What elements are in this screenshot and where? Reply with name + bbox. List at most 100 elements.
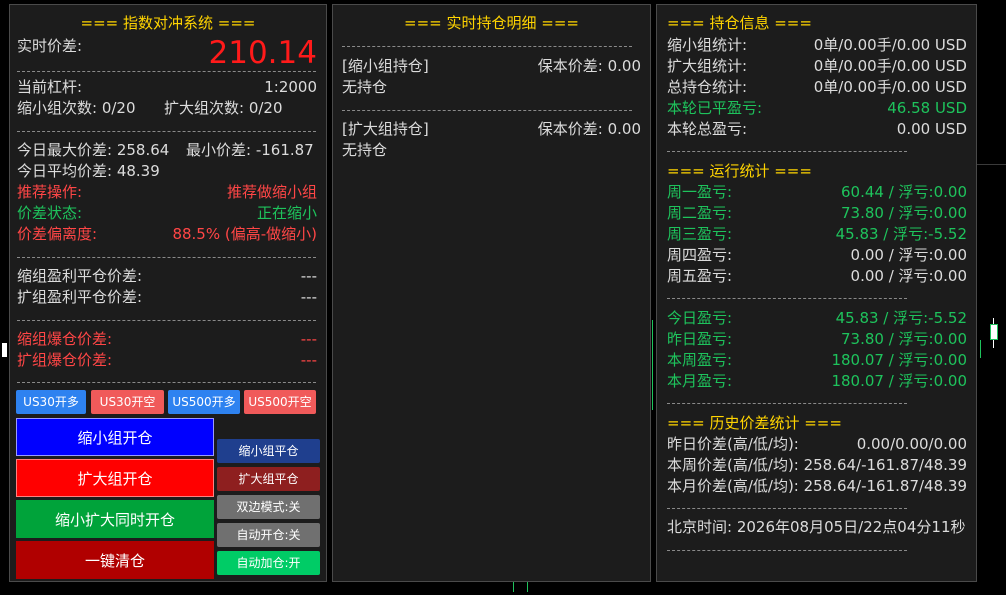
auto-open-toggle[interactable]: 自动开仓:关 bbox=[217, 523, 320, 547]
history-label: 昨日价差(高/低/均): bbox=[667, 435, 799, 453]
shrink-tp-label: 缩组盈利平仓价差: bbox=[17, 267, 143, 285]
panel-title: === 实时持仓明细 === bbox=[404, 14, 579, 32]
spread-state-value: 正在缩小 bbox=[256, 204, 317, 222]
today-avg-spread: 今日平均价差: 48.39 bbox=[17, 162, 160, 180]
panel-title: === 指数对冲系统 === bbox=[80, 14, 256, 32]
position-detail-panel: === 实时持仓明细 === [缩小组持仓] 保本价差: 0.00 无持仓 [扩… bbox=[332, 4, 651, 582]
position-info-title: === 持仓信息 === bbox=[667, 14, 812, 32]
shrink-group-label: [缩小组持仓] bbox=[342, 57, 429, 75]
us30-open-short-button[interactable]: US30开空 bbox=[91, 390, 164, 414]
expand-group-label: [扩大组持仓] bbox=[342, 120, 429, 138]
shrink-stats-value: 0单/0.00手/0.00 USD bbox=[813, 36, 967, 54]
total-stats-label: 总持仓统计: bbox=[667, 78, 748, 96]
weekday-pnl-label: 周四盈亏: bbox=[667, 246, 733, 264]
expand-liq-label: 扩组爆仓价差: bbox=[17, 351, 113, 369]
divider bbox=[342, 110, 632, 111]
weekday-pnl-value: 0.00 / 浮亏:0.00 bbox=[850, 267, 967, 285]
price-label: 实时价差: bbox=[17, 37, 83, 55]
period-pnl-value: 180.07 / 浮亏:0.00 bbox=[831, 351, 967, 369]
round-total-pnl-value: 0.00 USD bbox=[896, 120, 967, 138]
shrink-tp-value: --- bbox=[300, 267, 317, 285]
period-pnl-label: 本月盈亏: bbox=[667, 372, 733, 390]
expand-group-open-button[interactable]: 扩大组开仓 bbox=[16, 459, 214, 497]
expand-liq-value: --- bbox=[300, 351, 317, 369]
shrink-group-count: 缩小组次数: 0/20 bbox=[17, 99, 136, 117]
expand-stats-label: 扩大组统计: bbox=[667, 57, 748, 75]
today-max-spread: 今日最大价差: 258.64 bbox=[17, 141, 170, 159]
shrink-group-open-button[interactable]: 缩小组开仓 bbox=[16, 418, 214, 456]
candle-wick bbox=[2, 343, 7, 357]
period-pnl-label: 本周盈亏: bbox=[667, 351, 733, 369]
candle-wick bbox=[527, 582, 528, 592]
divider bbox=[17, 71, 316, 72]
total-stats-value: 0单/0.00手/0.00 USD bbox=[813, 78, 967, 96]
deviation-value: 88.5% (偏高-做缩小) bbox=[172, 225, 317, 243]
history-label: 本周价差(高/低/均): bbox=[667, 456, 799, 474]
recommend-value: 推荐做缩小组 bbox=[226, 183, 317, 201]
round-closed-pnl-label: 本轮已平盈亏: bbox=[667, 99, 763, 117]
history-value: 258.64/-161.87/48.39 bbox=[803, 456, 967, 474]
candle-body bbox=[990, 324, 998, 340]
period-pnl-label: 今日盈亏: bbox=[667, 309, 733, 327]
period-pnl-value: 45.83 / 浮亏:-5.52 bbox=[835, 309, 967, 327]
history-label: 本月价差(高/低/均): bbox=[667, 477, 799, 495]
close-all-button[interactable]: 一键清仓 bbox=[16, 541, 214, 579]
today-min-spread: 最小价差: -161.87 bbox=[186, 141, 314, 159]
hedge-system-panel: === 指数对冲系统 === 实时价差: 210.14 当前杠杆: 1:2000… bbox=[9, 4, 327, 582]
weekday-pnl-label: 周五盈亏: bbox=[667, 267, 733, 285]
divider bbox=[667, 298, 907, 299]
weekday-pnl-label: 周二盈亏: bbox=[667, 204, 733, 222]
expand-group-close-button[interactable]: 扩大组平仓 bbox=[217, 467, 320, 491]
recommend-label: 推荐操作: bbox=[17, 183, 83, 201]
shrink-group-close-button[interactable]: 缩小组平仓 bbox=[217, 439, 320, 463]
weekday-pnl-value: 73.80 / 浮亏:0.00 bbox=[841, 204, 967, 222]
deviation-label: 价差偏离度: bbox=[17, 225, 98, 243]
period-pnl-value: 180.07 / 浮亏:0.00 bbox=[831, 372, 967, 390]
divider bbox=[667, 508, 907, 509]
dual-mode-toggle[interactable]: 双边模式:关 bbox=[217, 495, 320, 519]
weekday-pnl-value: 45.83 / 浮亏:-5.52 bbox=[835, 225, 967, 243]
both-groups-open-button[interactable]: 缩小扩大同时开仓 bbox=[16, 500, 214, 538]
divider bbox=[667, 403, 907, 404]
account-info-panel: === 持仓信息 === 缩小组统计: 0单/0.00手/0.00 USD 扩大… bbox=[656, 4, 977, 582]
divider bbox=[342, 46, 632, 47]
weekday-pnl-value: 0.00 / 浮亏:0.00 bbox=[850, 246, 967, 264]
divider bbox=[17, 382, 316, 383]
period-pnl-label: 昨日盈亏: bbox=[667, 330, 733, 348]
expand-group-count: 扩大组次数: 0/20 bbox=[164, 99, 283, 117]
divider bbox=[667, 151, 907, 152]
leverage-label: 当前杠杆: bbox=[17, 78, 83, 96]
auto-add-toggle[interactable]: 自动加仓:开 bbox=[217, 551, 320, 575]
candle-wick bbox=[980, 340, 981, 358]
beijing-time: 北京时间: 2026年08月05日/22点04分11秒 bbox=[667, 518, 966, 536]
divider bbox=[17, 320, 316, 321]
divider bbox=[17, 257, 316, 258]
us500-open-long-button[interactable]: US500开多 bbox=[168, 390, 240, 414]
spread-state-label: 价差状态: bbox=[17, 204, 83, 222]
history-value: 258.64/-161.87/48.39 bbox=[803, 477, 967, 495]
weekday-pnl-label: 周三盈亏: bbox=[667, 225, 733, 243]
period-pnl-value: 73.80 / 浮亏:0.00 bbox=[841, 330, 967, 348]
shrink-breakeven: 保本价差: 0.00 bbox=[537, 57, 641, 75]
history-value: 0.00/0.00/0.00 bbox=[856, 435, 967, 453]
run-stats-title: === 运行统计 === bbox=[667, 162, 812, 180]
shrink-group-status: 无持仓 bbox=[342, 78, 388, 96]
us500-open-short-button[interactable]: US500开空 bbox=[244, 390, 316, 414]
us30-open-long-button[interactable]: US30开多 bbox=[16, 390, 86, 414]
history-title: === 历史价差统计 === bbox=[667, 414, 842, 432]
weekday-pnl-value: 60.44 / 浮亏:0.00 bbox=[841, 183, 967, 201]
shrink-stats-label: 缩小组统计: bbox=[667, 36, 748, 54]
leverage-value: 1:2000 bbox=[264, 78, 317, 96]
expand-breakeven: 保本价差: 0.00 bbox=[537, 120, 641, 138]
divider bbox=[17, 131, 316, 132]
candle-wick bbox=[652, 320, 653, 410]
expand-tp-label: 扩组盈利平仓价差: bbox=[17, 288, 143, 306]
shrink-liq-label: 缩组爆仓价差: bbox=[17, 330, 113, 348]
shrink-liq-value: --- bbox=[300, 330, 317, 348]
round-total-pnl-label: 本轮总盈亏: bbox=[667, 120, 748, 138]
chart-grid-line bbox=[977, 164, 1006, 165]
divider bbox=[667, 550, 907, 551]
spread-price-value: 210.14 bbox=[208, 35, 317, 71]
weekday-pnl-label: 周一盈亏: bbox=[667, 183, 733, 201]
candle-wick bbox=[513, 582, 514, 592]
